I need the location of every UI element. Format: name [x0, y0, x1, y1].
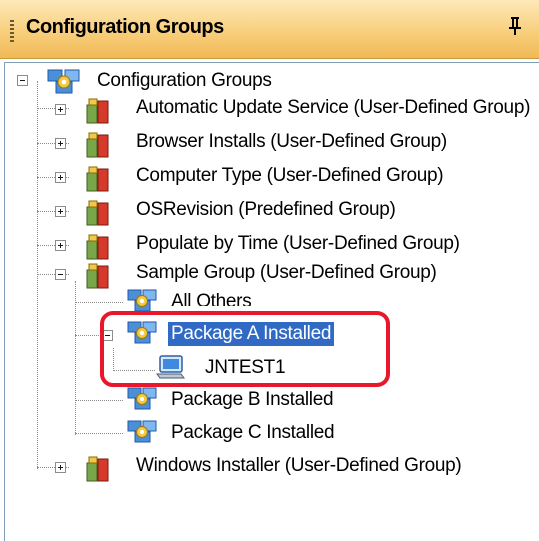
tree-node-group-sample[interactable]: Sample Group (User-Defined Group): [5, 262, 539, 294]
configuration-groups-panel: Configuration Groups Configuration Group…: [0, 0, 539, 541]
tree-node-subgroup[interactable]: Package C Installed: [5, 420, 539, 454]
panel-header: Configuration Groups: [0, 0, 539, 59]
subgroup-icon: [127, 420, 157, 443]
collapse-toggle[interactable]: [17, 75, 28, 86]
subgroup-icon: [127, 387, 157, 410]
drag-grip-handle[interactable]: [10, 20, 14, 42]
group-icon: [86, 234, 109, 260]
highlight-callout: [100, 311, 390, 387]
group-icon: [86, 200, 109, 226]
expand-toggle[interactable]: [55, 206, 66, 217]
group-icon: [86, 263, 109, 289]
tree-node-label: Automatic Update Service (User-Defined G…: [136, 97, 531, 118]
group-icon: [86, 456, 109, 482]
tree-node-label: Browser Installs (User-Defined Group): [136, 131, 447, 152]
tree-node-label: Computer Type (User-Defined Group): [136, 165, 444, 186]
config-groups-icon: [47, 69, 80, 94]
tree-node-group[interactable]: OSRevision (Predefined Group): [5, 199, 539, 231]
tree-view[interactable]: Configuration Groups Automatic Update Se…: [4, 62, 539, 541]
tree-node-label: Populate by Time (User-Defined Group): [136, 233, 460, 254]
tree-node-label: Package B Installed: [171, 389, 334, 410]
tree-node-label: Configuration Groups: [97, 70, 272, 91]
tree-node-label: OSRevision (Predefined Group): [136, 199, 396, 220]
group-icon: [86, 98, 109, 124]
tree-node-subgroup[interactable]: Package B Installed: [5, 387, 539, 421]
group-icon: [86, 132, 109, 158]
tree-node-group[interactable]: Browser Installs (User-Defined Group): [5, 131, 539, 163]
tree-node-group[interactable]: Computer Type (User-Defined Group): [5, 165, 539, 197]
tree-node-label: Windows Installer (User-Defined Group): [136, 455, 462, 476]
tree-node-group[interactable]: Automatic Update Service (User-Defined G…: [5, 97, 539, 129]
expand-toggle[interactable]: [55, 240, 66, 251]
expand-toggle[interactable]: [55, 172, 66, 183]
tree-node-label: Package C Installed: [171, 422, 335, 443]
tree-node-root[interactable]: Configuration Groups: [5, 65, 539, 97]
pin-icon[interactable]: [506, 16, 524, 38]
expand-toggle[interactable]: [55, 104, 66, 115]
expand-toggle[interactable]: [55, 138, 66, 149]
group-icon: [86, 166, 109, 192]
expand-toggle[interactable]: [55, 462, 66, 473]
collapse-toggle[interactable]: [55, 269, 66, 280]
panel-title: Configuration Groups: [26, 16, 224, 38]
tree-node-group[interactable]: Windows Installer (User-Defined Group): [5, 455, 539, 487]
tree-node-label: All Others: [171, 291, 252, 306]
tree-node-label: Sample Group (User-Defined Group): [136, 262, 437, 283]
